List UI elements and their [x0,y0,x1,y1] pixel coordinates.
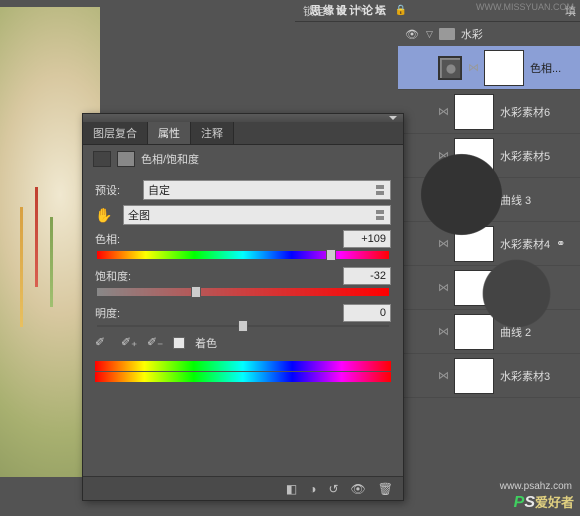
scrubby-hand-icon[interactable]: ✋ [95,207,115,224]
layers-panel: 👁 ▽ 水彩 ⋈ 色相... ⋈ 水彩素材6 ⋈ 水彩素材5 ⋈ 曲线 3 ⋈ … [398,22,580,516]
layer-name: 水彩素材5 [500,148,550,164]
saturation-slider-thumb[interactable] [191,286,201,298]
lightness-slider[interactable] [97,325,389,327]
mask-toggle-icon[interactable] [117,151,135,167]
header-url: WWW.MISSYUAN.COM [476,2,574,12]
eyedropper-subtract-icon[interactable]: ✐₋ [147,335,163,351]
link-icon[interactable]: ⋈ [438,369,448,382]
saturation-value-field[interactable]: -32 [343,267,391,285]
color-range-bars[interactable] [95,361,391,382]
colorize-label: 着色 [195,335,217,351]
adjustment-header: 色相/饱和度 [83,145,403,173]
lightness-slider-group: 明度: 0 [95,304,391,327]
group-name: 水彩 [461,26,483,42]
tab-notes[interactable]: 注释 [191,122,234,144]
panel-footer: ◧ ◑ ↺ 👁 🗑 [83,476,403,500]
panel-grip[interactable] [83,114,403,122]
saturation-label: 饱和度: [95,268,131,284]
saturation-slider[interactable] [97,288,389,296]
preset-select[interactable]: 自定 [143,180,391,200]
lightness-slider-thumb[interactable] [238,320,248,332]
delete-icon[interactable]: 🗑 [378,482,393,496]
layer-name: 水彩素材6 [500,104,550,120]
eyedropper-icon[interactable]: ✐ [95,335,111,351]
link-icon[interactable]: ⋈ [438,325,448,338]
visibility-toggle-icon[interactable]: 👁 [404,28,420,41]
panel-tabs: 图层复合 属性 注释 [83,122,403,145]
footer-url-watermark: www.psahz.com [500,481,572,492]
previous-state-icon[interactable]: ◑ [309,482,316,496]
hue-slider-group: 色相: +109 [95,230,391,259]
layer-group-header[interactable]: 👁 ▽ 水彩 [398,22,580,46]
range-select[interactable]: 全图 [123,205,391,225]
disclosure-triangle-icon[interactable]: ▽ [426,29,433,40]
lightness-value-field[interactable]: 0 [343,304,391,322]
eyedropper-add-icon[interactable]: ✐₊ [121,335,137,351]
hue-label: 色相: [95,231,120,247]
adjustment-title: 色相/饱和度 [141,151,199,167]
colorize-checkbox[interactable] [173,337,185,349]
hue-slider-thumb[interactable] [326,249,336,261]
footer-brand-watermark: PS爱好者 [514,492,574,512]
reset-icon[interactable]: ↺ [328,482,338,496]
header-watermark: 思缘设计论坛 [310,2,388,18]
layer-name: 色相... [530,60,561,76]
lightness-label: 明度: [95,305,120,321]
hue-slider[interactable] [97,251,389,259]
adjustment-type-icon[interactable] [93,151,111,167]
lock-all-icon[interactable]: 🔒 [394,4,408,18]
clip-to-layer-icon[interactable]: ◧ [286,482,297,496]
saturation-slider-group: 饱和度: -32 [95,267,391,296]
folder-icon [439,28,455,40]
properties-panel: 图层复合 属性 注释 色相/饱和度 预设: 自定 ✋ 全图 色相: +109 [82,113,404,501]
hue-value-field[interactable]: +109 [343,230,391,248]
tab-layer-comp[interactable]: 图层复合 [83,122,148,144]
tab-properties[interactable]: 属性 [148,122,191,144]
toggle-visibility-icon[interactable]: 👁 [351,482,366,496]
preset-label: 预设: [95,182,135,198]
